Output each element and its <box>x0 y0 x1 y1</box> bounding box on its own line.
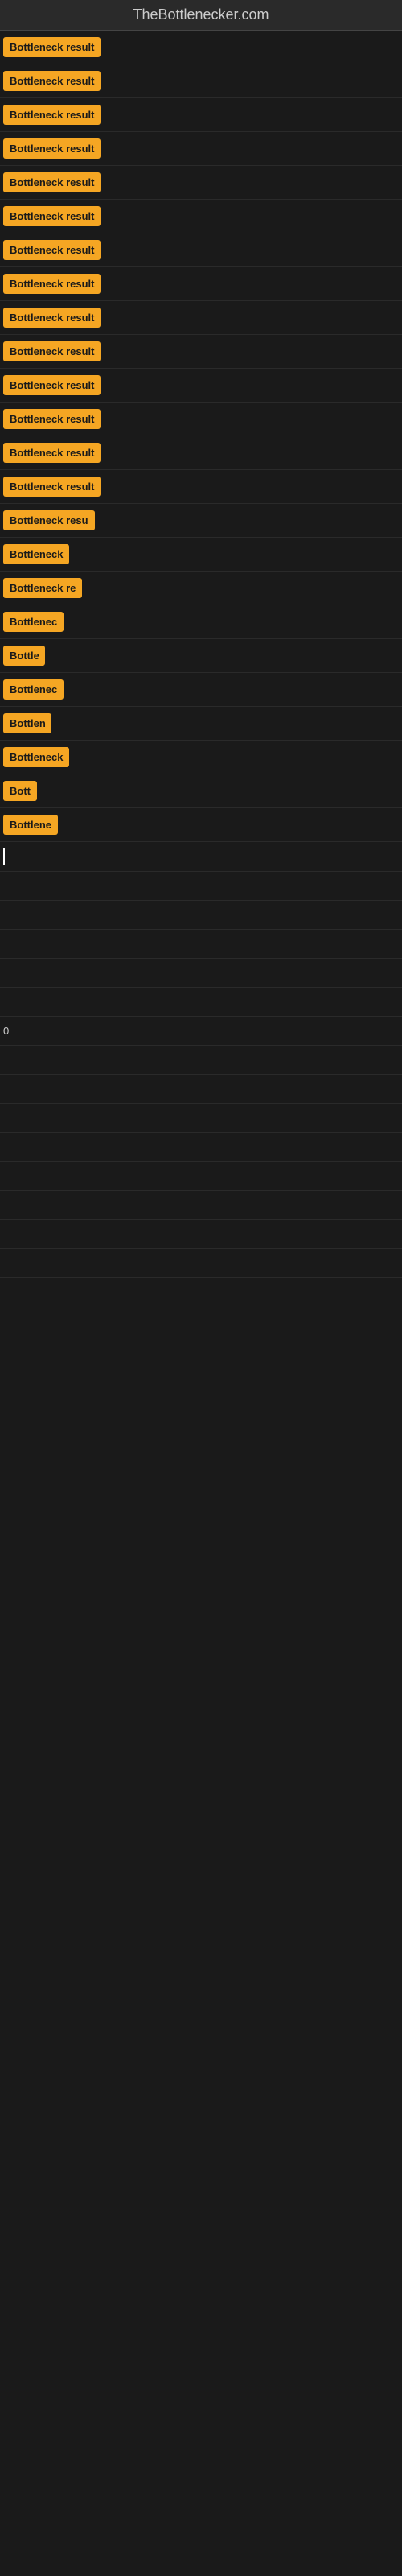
list-item: Bottlen <box>0 707 402 741</box>
list-item: Bottlenec <box>0 673 402 707</box>
list-item: Bottleneck result <box>0 98 402 132</box>
list-item: Bottleneck re <box>0 572 402 605</box>
bottleneck-result-badge[interactable]: Bottleneck result <box>3 37 100 57</box>
bottleneck-result-badge[interactable]: Bottleneck result <box>3 172 100 192</box>
bottleneck-result-badge[interactable]: Bottlenec <box>3 679 64 700</box>
list-item <box>0 872 402 901</box>
list-item: Bottleneck <box>0 741 402 774</box>
text-cursor <box>3 848 5 865</box>
list-item <box>0 901 402 930</box>
bottleneck-result-badge[interactable]: Bottleneck result <box>3 308 100 328</box>
bottleneck-result-badge[interactable]: Bott <box>3 781 37 801</box>
list-item <box>0 1191 402 1220</box>
list-item: Bottlenec <box>0 605 402 639</box>
list-item: Bottleneck <box>0 538 402 572</box>
bottleneck-result-badge[interactable]: Bottleneck result <box>3 105 100 125</box>
bottleneck-result-badge[interactable]: Bottlenec <box>3 612 64 632</box>
list-item: 0 <box>0 1017 402 1046</box>
list-item: Bottleneck result <box>0 369 402 402</box>
char-label: 0 <box>3 1025 9 1037</box>
list-item: Bottleneck result <box>0 31 402 64</box>
bottleneck-result-badge[interactable]: Bottleneck result <box>3 274 100 294</box>
list-item: Bottleneck resu <box>0 504 402 538</box>
bottleneck-result-badge[interactable]: Bottleneck <box>3 747 69 767</box>
list-item: Bottleneck result <box>0 200 402 233</box>
list-item: Bottleneck result <box>0 335 402 369</box>
bottleneck-result-badge[interactable]: Bottleneck result <box>3 409 100 429</box>
list-item <box>0 1046 402 1075</box>
list-item: Bottleneck result <box>0 233 402 267</box>
bottleneck-result-badge[interactable]: Bottleneck result <box>3 138 100 159</box>
list-item <box>0 1133 402 1162</box>
bottleneck-result-badge[interactable]: Bottleneck result <box>3 240 100 260</box>
list-item: Bottleneck result <box>0 267 402 301</box>
list-item: Bottleneck result <box>0 402 402 436</box>
list-item: Bottleneck result <box>0 301 402 335</box>
bottleneck-result-badge[interactable]: Bottleneck result <box>3 477 100 497</box>
list-item <box>0 988 402 1017</box>
bottleneck-result-badge[interactable]: Bottleneck <box>3 544 69 564</box>
list-item: Bottle <box>0 639 402 673</box>
bottleneck-result-badge[interactable]: Bottleneck result <box>3 443 100 463</box>
list-item <box>0 1075 402 1104</box>
bottleneck-result-badge[interactable]: Bottleneck re <box>3 578 82 598</box>
bottleneck-result-badge[interactable]: Bottleneck result <box>3 71 100 91</box>
bottleneck-result-badge[interactable]: Bottlene <box>3 815 58 835</box>
list-item: Bottleneck result <box>0 166 402 200</box>
list-item <box>0 842 402 872</box>
bottleneck-result-badge[interactable]: Bottlen <box>3 713 51 733</box>
bottleneck-result-badge[interactable]: Bottleneck result <box>3 206 100 226</box>
list-item: Bottleneck result <box>0 64 402 98</box>
bottleneck-result-badge[interactable]: Bottle <box>3 646 45 666</box>
bottleneck-result-badge[interactable]: Bottleneck resu <box>3 510 95 530</box>
list-item <box>0 1220 402 1249</box>
list-item <box>0 1104 402 1133</box>
list-item: Bott <box>0 774 402 808</box>
list-item: Bottleneck result <box>0 132 402 166</box>
list-item <box>0 1249 402 1278</box>
list-item: Bottlene <box>0 808 402 842</box>
list-item <box>0 930 402 959</box>
list-item <box>0 1162 402 1191</box>
list-item <box>0 959 402 988</box>
bottleneck-result-badge[interactable]: Bottleneck result <box>3 375 100 395</box>
list-item: Bottleneck result <box>0 436 402 470</box>
list-item: Bottleneck result <box>0 470 402 504</box>
site-title: TheBottlenecker.com <box>0 0 402 31</box>
bottleneck-result-badge[interactable]: Bottleneck result <box>3 341 100 361</box>
